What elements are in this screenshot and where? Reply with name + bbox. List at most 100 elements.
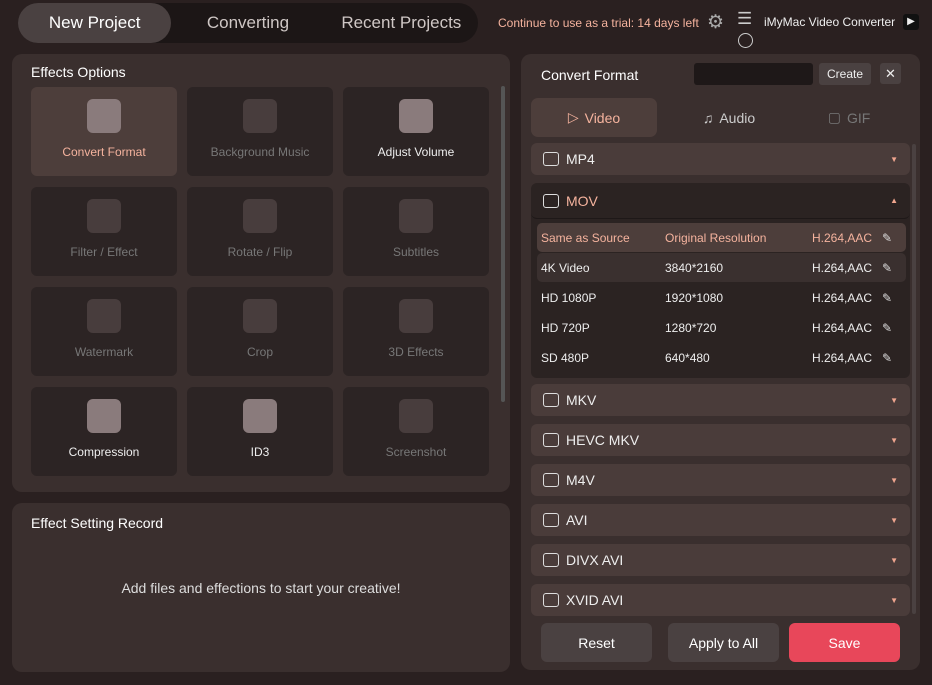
format-row[interactable]: MKV ▼ bbox=[531, 384, 910, 416]
reset-button[interactable]: Reset bbox=[541, 623, 652, 662]
effect-tile[interactable]: Screenshot bbox=[343, 387, 489, 476]
preset-resolution: 1920*1080 bbox=[665, 290, 724, 305]
caret-down-icon[interactable]: ▼ bbox=[890, 476, 898, 485]
caret-down-icon[interactable]: ▼ bbox=[890, 155, 898, 164]
caret-down-icon[interactable]: ▼ bbox=[890, 516, 898, 525]
format-label: MOV bbox=[566, 192, 598, 209]
edit-icon[interactable]: ✎ bbox=[882, 291, 892, 305]
effect-tile[interactable]: 3D Effects bbox=[343, 287, 489, 376]
gif-icon: ▢ bbox=[827, 109, 841, 125]
tab-video[interactable]: ▷ Video bbox=[531, 98, 657, 137]
format-row[interactable]: MP4 ▼ bbox=[531, 143, 910, 175]
caret-down-icon[interactable]: ▼ bbox=[890, 396, 898, 405]
preset-row[interactable]: Same as Source Original Resolution H.264,A… bbox=[537, 223, 906, 252]
format-icon bbox=[543, 393, 559, 407]
apply-to-all-button[interactable]: Apply to All bbox=[668, 623, 779, 662]
tab-video-label: Video bbox=[584, 109, 621, 126]
caret-up-icon[interactable]: ▲ bbox=[890, 196, 898, 205]
preset-row[interactable]: SD 480P 640*480 H.264,AAC ✎ bbox=[537, 343, 906, 372]
format-label: DIVX AVI bbox=[566, 552, 624, 568]
effect-tile[interactable]: Subtitles bbox=[343, 187, 489, 276]
effect-label: Filter / Effect bbox=[70, 245, 138, 259]
video-icon: ▷ bbox=[567, 109, 579, 125]
preset-codec: H.264,AAC bbox=[812, 350, 873, 365]
format-row[interactable]: HEVC MKV ▼ bbox=[531, 424, 910, 456]
effect-tile[interactable]: Adjust Volume bbox=[343, 87, 489, 176]
user-icon[interactable] bbox=[738, 33, 753, 48]
create-button[interactable]: Create bbox=[819, 63, 871, 85]
tab-new-project[interactable]: New Project bbox=[18, 3, 172, 43]
effect-label: Background Music bbox=[210, 145, 310, 159]
tab-converting[interactable]: Converting bbox=[171, 3, 324, 43]
format-icon bbox=[543, 553, 559, 567]
format-label: HEVC MKV bbox=[566, 432, 640, 448]
trial-notice[interactable]: Continue to use as a trial: 14 days left bbox=[498, 16, 699, 30]
edit-icon[interactable]: ✎ bbox=[882, 321, 892, 335]
preset-resolution: 3840*2160 bbox=[665, 260, 724, 275]
preset-codec: H.264,AAC bbox=[812, 230, 873, 245]
effect-tile[interactable]: Watermark bbox=[31, 287, 177, 376]
scrollbar[interactable] bbox=[912, 144, 916, 614]
effect-tile[interactable]: Crop bbox=[187, 287, 333, 376]
preset-row[interactable]: HD 1080P 1920*1080 H.264,AAC ✎ bbox=[537, 283, 906, 312]
tab-gif[interactable]: ▢ GIF bbox=[786, 98, 912, 137]
format-row[interactable]: AVI ▼ bbox=[531, 504, 910, 536]
format-label: XVID AVI bbox=[566, 592, 624, 608]
app-name: iMyMac Video Converter bbox=[764, 15, 896, 29]
preset-name: Same as Source bbox=[541, 230, 630, 245]
format-icon bbox=[543, 593, 559, 607]
effect-tile[interactable]: Convert Format bbox=[31, 87, 177, 176]
effect-label: Watermark bbox=[74, 345, 134, 359]
format-row[interactable]: DIVX AVI ▼ bbox=[531, 544, 910, 576]
effect-tile[interactable]: Compression bbox=[31, 387, 177, 476]
record-title: Effect Setting Record bbox=[31, 515, 164, 531]
effect-icon bbox=[87, 399, 121, 433]
record-empty-text: Add files and effections to start your c… bbox=[121, 580, 401, 596]
format-row[interactable]: MOV ▲ bbox=[531, 183, 910, 219]
effect-tile[interactable]: Rotate / Flip bbox=[187, 187, 333, 276]
preset-row[interactable]: 4K Video 3840*2160 H.264,AAC ✎ bbox=[537, 253, 906, 282]
format-label: M4V bbox=[566, 472, 595, 488]
effect-tile[interactable]: Background Music bbox=[187, 87, 333, 176]
format-icon bbox=[543, 513, 559, 527]
edit-icon[interactable]: ✎ bbox=[882, 351, 892, 365]
gear-icon[interactable]: ⚙ bbox=[707, 11, 724, 34]
edit-icon[interactable]: ✎ bbox=[882, 231, 892, 245]
format-icon bbox=[543, 152, 559, 166]
caret-down-icon[interactable]: ▼ bbox=[890, 596, 898, 605]
format-label: MP4 bbox=[566, 151, 595, 167]
menu-icon[interactable]: ☰ bbox=[737, 9, 752, 29]
effect-label: Compression bbox=[68, 445, 140, 459]
format-name-input[interactable] bbox=[694, 63, 813, 85]
tab-audio[interactable]: ♫ Audio bbox=[666, 98, 792, 137]
preset-name: 4K Video bbox=[541, 260, 590, 275]
scrollbar[interactable] bbox=[501, 86, 505, 402]
effect-label: ID3 bbox=[250, 445, 270, 459]
close-icon[interactable]: ✕ bbox=[880, 63, 901, 84]
preset-name: HD 720P bbox=[541, 320, 590, 335]
audio-icon: ♫ bbox=[702, 109, 714, 126]
preset-resolution: 1280*720 bbox=[665, 320, 717, 335]
record-panel: Effect Setting Record Add files and effe… bbox=[12, 503, 510, 672]
preset-codec: H.264,AAC bbox=[812, 290, 873, 305]
effect-tile[interactable]: ID3 bbox=[187, 387, 333, 476]
effect-icon bbox=[243, 199, 277, 233]
effect-icon bbox=[399, 399, 433, 433]
preset-resolution: 640*480 bbox=[665, 350, 710, 365]
preset-row[interactable]: HD 720P 1280*720 H.264,AAC ✎ bbox=[537, 313, 906, 342]
effect-icon bbox=[243, 99, 277, 133]
save-button[interactable]: Save bbox=[789, 623, 900, 662]
format-row[interactable]: XVID AVI ▼ bbox=[531, 584, 910, 616]
effect-icon bbox=[243, 299, 277, 333]
effect-icon bbox=[243, 399, 277, 433]
convert-title: Convert Format bbox=[541, 67, 639, 83]
tab-recent-projects[interactable]: Recent Projects bbox=[325, 3, 478, 43]
caret-down-icon[interactable]: ▼ bbox=[890, 556, 898, 565]
format-row[interactable]: M4V ▼ bbox=[531, 464, 910, 496]
effect-label: Rotate / Flip bbox=[227, 245, 293, 259]
effect-label: Adjust Volume bbox=[377, 145, 455, 159]
edit-icon[interactable]: ✎ bbox=[882, 261, 892, 275]
effect-tile[interactable]: Filter / Effect bbox=[31, 187, 177, 276]
format-label: MKV bbox=[566, 392, 597, 408]
caret-down-icon[interactable]: ▼ bbox=[890, 436, 898, 445]
